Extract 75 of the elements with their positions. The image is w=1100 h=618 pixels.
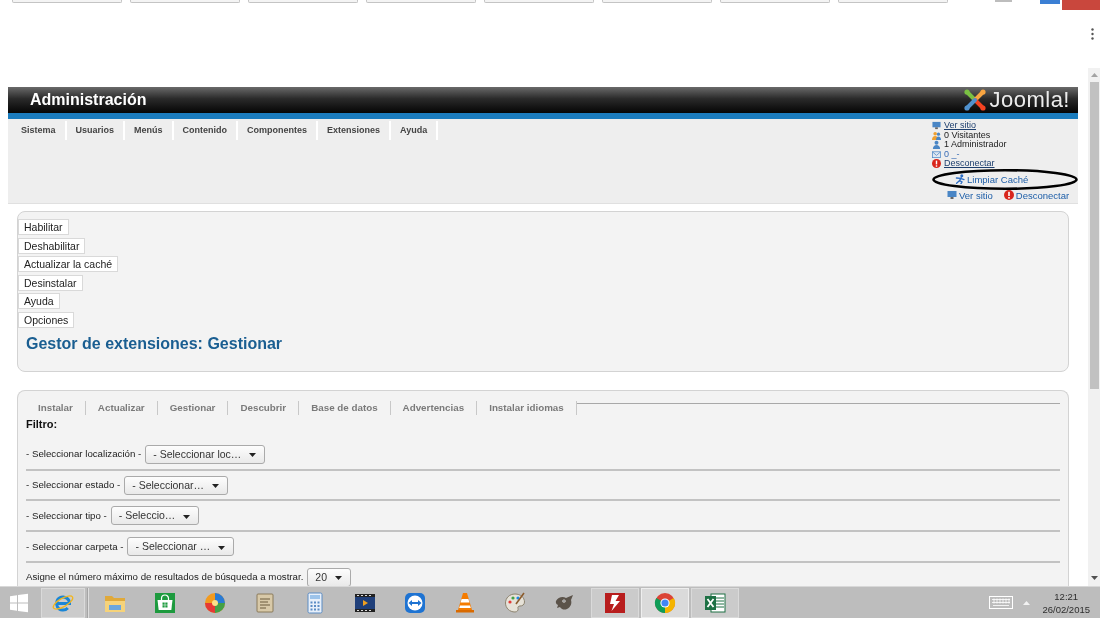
taskbar-app-button[interactable]: [691, 587, 739, 618]
menu-item[interactable]: Sistema: [12, 121, 67, 140]
filter-label: - Seleccionar carpeta -: [26, 540, 124, 553]
view-site-link[interactable]: Ver sitio: [944, 121, 976, 131]
limit-label: Asigne el número máximo de resultados de búsqueda a mostrar.: [26, 571, 304, 584]
filter-title: Filtro:: [26, 416, 58, 431]
exclamation-icon: [1003, 190, 1014, 200]
logo-icon: [964, 89, 987, 111]
traffic-cone-icon: [453, 590, 477, 615]
menu-item[interactable]: Extensiones: [318, 121, 392, 140]
start-icon: [9, 592, 29, 613]
messages-count: 0 _-: [944, 149, 960, 159]
scrollbar-thumb[interactable]: [1089, 82, 1099, 389]
tab[interactable]: Base de datos: [299, 400, 391, 415]
paint-palette-icon: [503, 590, 527, 615]
site-title: Administración: [30, 91, 147, 109]
menu-item[interactable]: Contenido: [173, 121, 239, 140]
filter-dropdown[interactable]: - Seleccionar …: [127, 537, 235, 557]
caret-down-icon: [218, 545, 226, 550]
exclamation-icon: [932, 159, 941, 169]
limit-dropdown[interactable]: 20: [307, 567, 351, 586]
clock-time: 12:21: [1054, 589, 1079, 603]
filter-label: - Seleccionar estado -: [26, 479, 121, 492]
toolbar-button[interactable]: Actualizar la caché: [18, 256, 119, 273]
tab[interactable]: Instalar idiomas: [477, 400, 577, 415]
caret-up-icon[interactable]: [1023, 600, 1031, 605]
menu-item[interactable]: Componentes: [238, 121, 319, 140]
filter-label: - Seleccionar localización -: [26, 448, 142, 461]
caret-down-icon: [183, 514, 191, 519]
toolbar-button[interactable]: Opciones: [18, 311, 75, 328]
filter-label: - Seleccionar tipo -: [26, 509, 107, 522]
tab[interactable]: Descubrir: [228, 400, 300, 415]
monitor-icon: [932, 121, 941, 131]
menu-item[interactable]: Ayuda: [391, 121, 439, 140]
keyboard-icon[interactable]: [989, 596, 1014, 609]
spreadsheet-icon: [703, 590, 727, 615]
caret-down-icon: [335, 576, 342, 581]
tab[interactable]: Gestionar: [157, 400, 229, 415]
page-title: Gestor de extensiones: Gestionar: [26, 333, 283, 354]
toolbar-button[interactable]: Deshabilitar: [18, 237, 86, 254]
bolt-tile-icon: [603, 590, 627, 615]
menu-item[interactable]: Menús: [125, 121, 174, 140]
monitor-icon: [947, 190, 957, 200]
scroll-down-icon[interactable]: [1090, 576, 1098, 580]
quartered-ball-icon: [203, 590, 227, 615]
stick-figure-icon: [955, 174, 965, 184]
shopping-bag-icon: [153, 590, 177, 615]
filter-dropdown[interactable]: - Seleccionar loc…: [145, 444, 266, 464]
menu-item[interactable]: Usuarios: [66, 121, 126, 140]
taskbar-app-button[interactable]: [641, 587, 689, 618]
envelope-icon: [932, 149, 941, 159]
caret-down-icon: [249, 453, 257, 458]
person-icon: [932, 140, 941, 150]
filter-dropdown[interactable]: - Seleccio…: [110, 506, 200, 526]
taskbar-app-button[interactable]: [591, 587, 639, 618]
segmented-circle-icon: [653, 590, 677, 615]
toolbar-button[interactable]: Desinstalar: [18, 274, 83, 291]
clock-date: 26/02/2015: [1042, 602, 1090, 616]
logout-link[interactable]: Desconectar: [944, 159, 995, 169]
tab[interactable]: Actualizar: [85, 400, 158, 415]
people-icon: [932, 130, 941, 140]
visitors-count: 0 Visitantes: [944, 130, 991, 140]
caret-down-icon: [212, 484, 219, 489]
scroll-up-icon[interactable]: [1090, 73, 1098, 77]
admins-count: 1 Administrador: [944, 140, 1007, 150]
view-site-link[interactable]: Ver sitio: [947, 189, 993, 201]
menu-icon[interactable]: [1091, 28, 1094, 40]
tab[interactable]: Instalar: [26, 400, 86, 415]
filter-dropdown[interactable]: - Seleccionar…: [124, 475, 228, 495]
logout-link[interactable]: Desconectar: [1003, 189, 1070, 201]
toolbar-button[interactable]: Ayuda: [18, 293, 60, 310]
logo-text: Joomla!: [989, 88, 1070, 112]
paper-sheet-icon: [253, 590, 277, 615]
toolbar-button[interactable]: Habilitar: [18, 219, 69, 235]
tab[interactable]: Advertencias: [390, 400, 478, 415]
